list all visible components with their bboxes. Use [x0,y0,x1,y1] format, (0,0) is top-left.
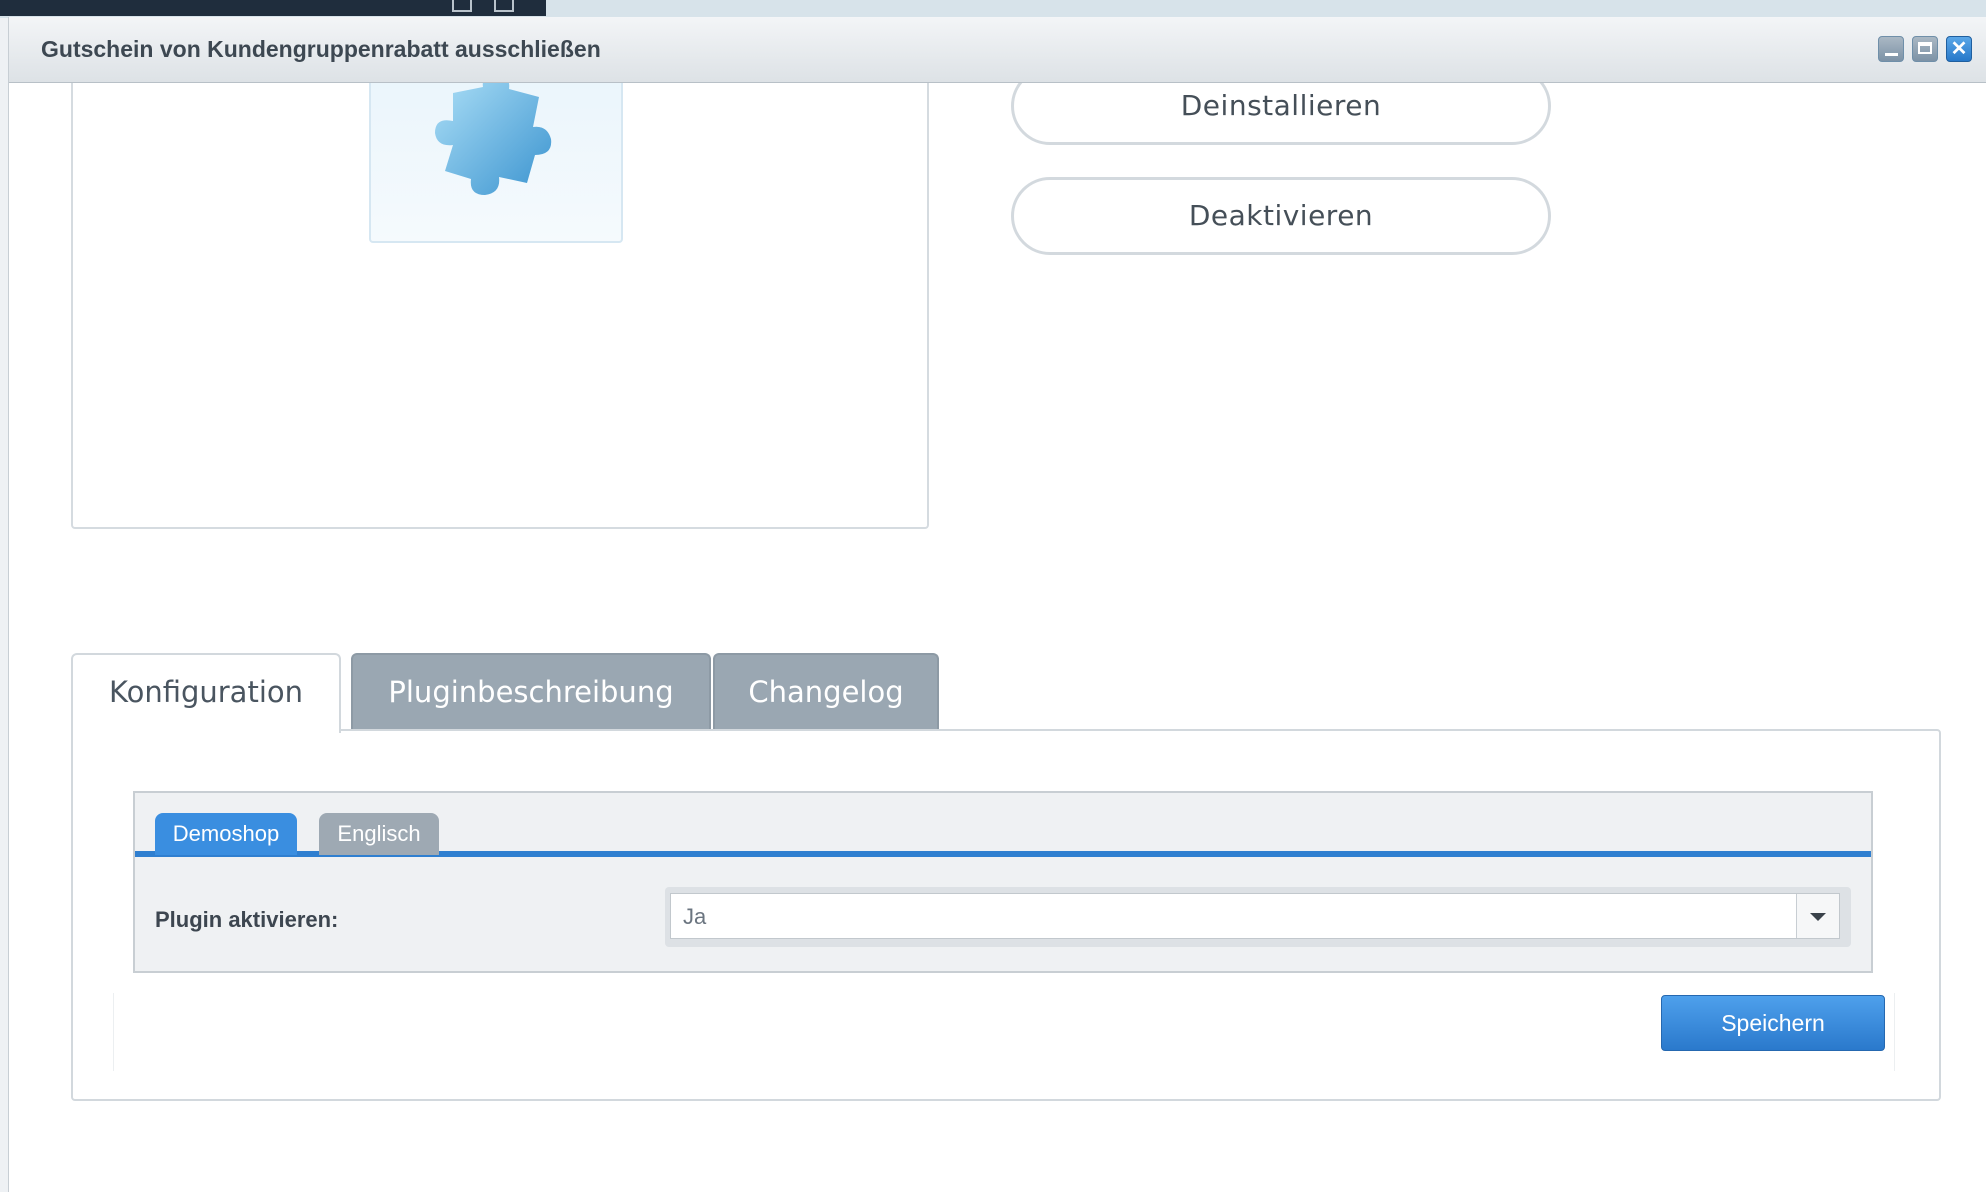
tab-pluginbeschreibung[interactable]: Pluginbeschreibung [351,653,711,731]
chevron-down-icon [1810,913,1826,921]
plugin-activate-select[interactable]: Ja [670,893,1840,939]
minimize-icon [1885,53,1898,56]
close-button[interactable]: ✕ [1946,36,1972,62]
deactivate-button[interactable]: Deaktivieren [1011,177,1551,255]
save-button[interactable]: Speichern [1661,995,1885,1051]
plugin-activate-label: Plugin aktivieren: [155,907,339,932]
plugin-activate-value: Ja [683,904,707,929]
shop-config-form: Demoshop Englisch Plugin aktivieren: Ja [133,791,1873,973]
puzzle-piece-icon [435,83,552,195]
window-title: Gutschein von Kundengruppenrabatt aussch… [41,36,601,62]
shop-subtabs: Demoshop Englisch [135,793,1871,857]
plugin-activate-select-wrapper: Ja [665,887,1851,947]
subtab-demoshop[interactable]: Demoshop [155,813,297,855]
window-titlebar[interactable]: Gutschein von Kundengruppenrabatt aussch… [9,17,1986,83]
dialog-content: Deinstallieren Deaktivieren Konfiguratio… [9,83,1986,1192]
background-toolbar-icon [452,0,472,12]
close-icon: ✕ [1950,38,1968,60]
configuration-panel: Demoshop Englisch Plugin aktivieren: Ja … [71,729,1941,1101]
plugin-dialog-window: Gutschein von Kundengruppenrabatt aussch… [8,17,1986,1192]
subtab-englisch[interactable]: Englisch [319,813,439,855]
dropdown-trigger[interactable] [1796,894,1839,938]
plugin-image-box [71,83,929,529]
form-footer [113,993,1895,1071]
tab-changelog[interactable]: Changelog [713,653,939,731]
background-edit-icon [494,0,514,12]
maximize-button[interactable] [1912,36,1938,62]
maximize-icon [1918,42,1932,54]
uninstall-button[interactable]: Deinstallieren [1011,83,1551,145]
minimize-button[interactable] [1878,36,1904,62]
tab-konfiguration[interactable]: Konfiguration [71,653,341,733]
plugin-image-tile [369,83,623,243]
